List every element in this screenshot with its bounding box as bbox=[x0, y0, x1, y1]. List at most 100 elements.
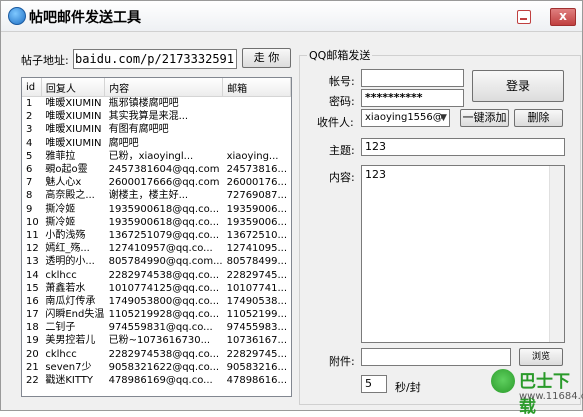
cell-replier: 南瓜灯传承 bbox=[45, 295, 96, 307]
go-button[interactable]: 走 你 bbox=[242, 48, 291, 68]
table-row[interactable]: 14 cklhcc 2282974538@qq.co... 22829745... bbox=[22, 268, 291, 281]
table-row[interactable]: 17 闪瞬End失温 1105219928@qq.co... 11052199... bbox=[22, 308, 291, 321]
table-row[interactable]: 12 嫣红_殇... 127410957@qq.co... 12741095... bbox=[22, 242, 291, 255]
content-textarea[interactable]: 123 bbox=[361, 165, 565, 343]
table-row[interactable]: 1 唯暧XIUMIN 瓶邪镇楼腐吧吧 bbox=[22, 97, 291, 111]
cell-replier: seven7少 bbox=[45, 361, 92, 373]
cell-replier: 透明的小... bbox=[45, 256, 95, 268]
cell-email: 90583216... bbox=[226, 361, 288, 373]
add-all-button[interactable]: 一键添加 bbox=[460, 109, 509, 127]
thread-url-input[interactable]: http://tieba.baidu.com/p/2173332591 bbox=[73, 49, 237, 69]
cell-replier: 小酌浅殇 bbox=[45, 229, 86, 241]
interval-unit: 秒/封 bbox=[395, 381, 421, 394]
table-row[interactable]: 6 覡o起o靈 2457381604@qq.com 24573816... bbox=[22, 163, 291, 176]
column-header-content[interactable]: 内容 bbox=[104, 78, 224, 97]
cell-content: 9058321622@qq.co... bbox=[108, 361, 220, 373]
cell-id: 1 bbox=[26, 98, 33, 110]
title-bar: 帖吧邮件发送工具 x bbox=[1, 1, 582, 32]
cell-id: 20 bbox=[26, 348, 39, 360]
cell-id: 7 bbox=[26, 177, 33, 189]
table-row[interactable]: 15 萧鑫若水 1010774125@qq.co... 10107741... bbox=[22, 282, 291, 295]
cell-id: 6 bbox=[26, 164, 33, 176]
attachment-input[interactable] bbox=[361, 348, 511, 366]
table-row[interactable]: 10 撕冷姬 1935900618@qq.co... 19359006... bbox=[22, 216, 291, 229]
minimize-button[interactable] bbox=[517, 10, 531, 24]
cell-content: 其实我算是来混... bbox=[108, 111, 189, 123]
table-row[interactable]: 7 魅人心x 2600017666@qq.com 26000176... bbox=[22, 176, 291, 189]
cell-id: 14 bbox=[26, 269, 39, 281]
table-row[interactable]: 4 唯暧XIUMIN 腐吧吧 bbox=[22, 137, 291, 150]
cell-replier: 萧鑫若水 bbox=[45, 282, 86, 294]
table-row[interactable]: 2 唯暧XIUMIN 其实我算是来混... bbox=[22, 110, 291, 123]
recipient-select[interactable]: xiaoying1556@ bbox=[361, 109, 450, 127]
cell-id: 18 bbox=[26, 322, 39, 334]
cell-id: 19 bbox=[26, 335, 39, 347]
cell-id: 10 bbox=[26, 216, 39, 228]
watermark-logo-icon bbox=[491, 369, 515, 393]
cell-id: 4 bbox=[26, 137, 33, 149]
column-header-replier[interactable]: 回复人 bbox=[41, 78, 106, 97]
column-header-email[interactable]: 邮箱 bbox=[222, 78, 291, 97]
cell-replier: 二钊子 bbox=[45, 322, 76, 334]
cell-id: 21 bbox=[26, 361, 39, 373]
table-row[interactable]: 21 seven7少 9058321622@qq.co... 90583216... bbox=[22, 361, 291, 374]
cell-replier: 唯暧XIUMIN bbox=[45, 111, 102, 123]
password-label: 密码: bbox=[329, 95, 355, 108]
window-title: 帖吧邮件发送工具 bbox=[29, 10, 141, 26]
cell-replier: 嫣红_殇... bbox=[45, 243, 90, 255]
watermark-url: www.11684.com bbox=[519, 391, 583, 402]
close-button[interactable]: x bbox=[550, 8, 576, 26]
cell-id: 5 bbox=[26, 150, 33, 162]
cell-content: 805784990@qq.com... bbox=[108, 256, 223, 268]
cell-email: 12741095... bbox=[226, 243, 288, 255]
cell-id: 2 bbox=[26, 111, 33, 123]
content-scrollbar[interactable] bbox=[549, 166, 564, 342]
cell-id: 9 bbox=[26, 203, 33, 215]
cell-content: 2457381604@qq.com bbox=[108, 164, 220, 176]
account-input[interactable] bbox=[361, 69, 464, 87]
column-header-id[interactable]: id bbox=[22, 78, 42, 97]
cell-email: 97455983... bbox=[226, 322, 288, 334]
table-row[interactable]: 20 cklhcc 2282974538@qq.co... 22829745... bbox=[22, 348, 291, 361]
cell-email: 10107741... bbox=[226, 282, 288, 294]
app-window: 帖吧邮件发送工具 x 帖子地址: http://tieba.baidu.com/… bbox=[0, 0, 583, 417]
table-row[interactable]: 22 戳迷KITTY 478986169@qq.co... 47898616... bbox=[22, 374, 291, 387]
cell-content: 腐吧吧 bbox=[108, 137, 139, 149]
cell-content: 1105219928@qq.co... bbox=[108, 309, 220, 321]
table-row[interactable]: 19 美男控若儿 已粉~1073616730... 10736167... bbox=[22, 334, 291, 347]
cell-email: 22829745... bbox=[226, 269, 288, 281]
table-row[interactable]: 5 雅菲拉 已粉，xiaoyingl... xiaoying... bbox=[22, 150, 291, 163]
password-input[interactable]: ********** bbox=[361, 89, 464, 107]
subject-input[interactable]: 123 bbox=[361, 138, 565, 156]
cell-email: 10736167... bbox=[226, 335, 288, 347]
cell-content: 谢楼主，楼主好... bbox=[108, 190, 189, 202]
cell-content: 瓶邪镇楼腐吧吧 bbox=[108, 98, 179, 110]
login-button[interactable]: 登录 bbox=[472, 70, 564, 102]
table-row[interactable]: 16 南瓜灯传承 1749053800@qq.co... 17490538... bbox=[22, 295, 291, 308]
cell-replier: 覡o起o靈 bbox=[45, 164, 88, 176]
content-text: 123 bbox=[365, 168, 386, 181]
cell-content: 1010774125@qq.co... bbox=[108, 282, 220, 294]
recipient-label: 收件人: bbox=[317, 116, 354, 129]
table-row[interactable]: 13 透明的小... 805784990@qq.com... 80578499... bbox=[22, 255, 291, 268]
delete-button[interactable]: 删除 bbox=[514, 109, 563, 127]
cell-email: 17490538... bbox=[226, 295, 288, 307]
table-row[interactable]: 3 唯暧XIUMIN 有图有腐吧吧 bbox=[22, 123, 291, 136]
browse-button[interactable]: 浏览 bbox=[519, 348, 563, 366]
cell-replier: 唯暧XIUMIN bbox=[45, 98, 102, 110]
url-label: 帖子地址: bbox=[21, 54, 69, 67]
cell-id: 13 bbox=[26, 256, 39, 268]
cell-content: 1367251079@qq.co... bbox=[108, 229, 220, 241]
table-row[interactable]: 8 高奈殿之... 谢楼主，楼主好... 72769087... bbox=[22, 189, 291, 202]
interval-input[interactable]: 5 bbox=[361, 375, 387, 393]
cell-id: 16 bbox=[26, 295, 39, 307]
chevron-down-icon[interactable]: ▼ bbox=[438, 111, 449, 125]
reply-list[interactable]: id 回复人 内容 邮箱 1 唯暧XIUMIN 瓶邪镇楼腐吧吧 2 唯暧XIUMIN 其实… bbox=[21, 77, 292, 397]
table-row[interactable]: 9 撕冷姬 1935900618@qq.co... 19359006... bbox=[22, 203, 291, 216]
cell-content: 1935900618@qq.co... bbox=[108, 216, 220, 228]
cell-content: 478986169@qq.co... bbox=[108, 375, 213, 387]
cell-email: 80578499... bbox=[226, 256, 288, 268]
table-row[interactable]: 11 小酌浅殇 1367251079@qq.co... 13672510... bbox=[22, 229, 291, 242]
table-row[interactable]: 18 二钊子 974559831@qq.co... 97455983... bbox=[22, 321, 291, 334]
cell-email: 11052199... bbox=[226, 309, 288, 321]
